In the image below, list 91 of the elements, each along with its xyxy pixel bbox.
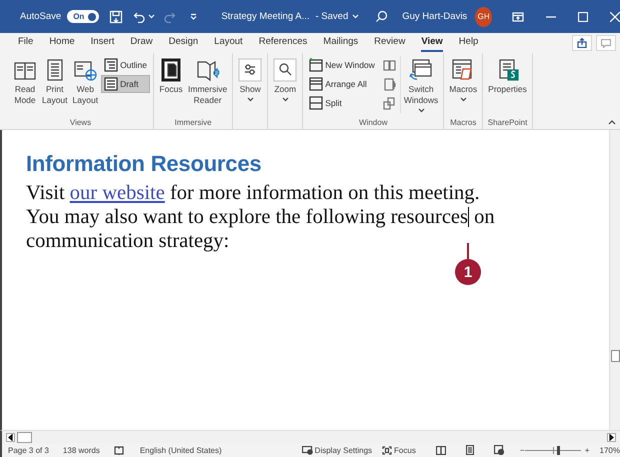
share-icon: [577, 38, 587, 48]
ribbon-tab[interactable]: Insert: [90, 34, 114, 52]
ribbon-tab[interactable]: Layout: [214, 34, 243, 52]
document-title[interactable]: Strategy Meeting A...: [221, 11, 310, 22]
right-arrow-icon: [608, 434, 615, 440]
slider-thumb[interactable]: [557, 446, 560, 454]
collapse-ribbon-icon[interactable]: [608, 120, 616, 125]
ribbon-button[interactable]: Immersive Reader: [186, 56, 230, 108]
ribbon-button[interactable]: Properties: [486, 56, 529, 98]
group-label: Macros: [450, 118, 476, 127]
print-layout-icon[interactable]: [466, 445, 474, 455]
leader-line: [467, 243, 470, 259]
ribbon-button[interactable]: Read Mode: [11, 56, 39, 108]
undo-icon[interactable]: [133, 10, 146, 23]
callout-badge: 1: [455, 259, 482, 285]
scroll-left-button[interactable]: [6, 432, 15, 442]
switch-windows-icon: [409, 58, 434, 82]
focus-icon: [159, 58, 183, 82]
synchronous-scrolling-icon[interactable]: [382, 78, 396, 91]
document-heading: Information Resources: [26, 151, 262, 177]
share-button[interactable]: [572, 35, 592, 51]
display-settings-button[interactable]: Display Settings: [302, 446, 372, 454]
web-layout-icon[interactable]: [494, 445, 504, 455]
search-icon[interactable]: [375, 10, 388, 23]
ribbon-button[interactable]: Split: [306, 94, 378, 112]
caret-icon[interactable]: [246, 97, 254, 102]
view-side-by-side-icon[interactable]: [382, 59, 396, 72]
ribbon-button[interactable]: Print Layout: [40, 56, 70, 108]
website-link[interactable]: our website: [70, 182, 165, 204]
display-icon: [302, 446, 313, 454]
immersive-reader-icon: [196, 58, 220, 82]
word-count[interactable]: 138 words: [62, 446, 100, 454]
save-icon[interactable]: [109, 10, 124, 24]
group-label: Views: [70, 118, 92, 127]
user-name[interactable]: Guy Hart-Davis: [402, 11, 468, 22]
comment-icon: [601, 38, 611, 48]
proofing-book-icon[interactable]: [114, 446, 124, 454]
zoom-in-button[interactable]: +: [584, 446, 590, 454]
ribbon-button[interactable]: Web Layout: [70, 56, 100, 108]
maximize-icon[interactable]: [578, 12, 588, 22]
ribbon-tab[interactable]: Help: [458, 34, 478, 52]
focus-icon: [382, 446, 392, 454]
autosave-label: AutoSave: [20, 11, 62, 22]
ribbon-button[interactable]: Switch Windows: [402, 56, 440, 116]
split-icon: [309, 96, 324, 110]
ribbon-button[interactable]: Macros: [447, 56, 480, 104]
user-avatar[interactable]: GH: [475, 6, 492, 26]
group-label: SharePoint: [488, 118, 528, 127]
ribbon-button[interactable]: Arrange All: [306, 75, 378, 93]
ribbon-tab[interactable]: References: [258, 34, 308, 52]
focus-button[interactable]: Focus: [382, 446, 416, 454]
close-icon[interactable]: [610, 12, 620, 22]
ribbon-tab[interactable]: Draw: [130, 34, 153, 52]
zoom-icon: [273, 58, 298, 82]
zoom-out-button[interactable]: −: [520, 446, 524, 454]
ribbon-tab[interactable]: Home: [49, 34, 75, 52]
ribbon-display-icon[interactable]: [512, 12, 524, 22]
group-label: Immersive: [174, 118, 212, 127]
ribbon-tab[interactable]: File: [18, 34, 34, 52]
draft-icon: [104, 77, 118, 91]
customize-icon[interactable]: [190, 13, 198, 20]
language[interactable]: English (United States): [140, 446, 222, 454]
new-window-icon: [309, 58, 324, 72]
left-arrow-icon: [7, 434, 14, 440]
caret-icon[interactable]: [282, 97, 289, 102]
group-label: Window: [359, 118, 388, 127]
scroll-thumb[interactable]: [611, 350, 620, 362]
ribbon-button[interactable]: New Window: [306, 56, 378, 74]
ribbon-button[interactable]: Show: [236, 56, 264, 104]
read-mode-icon[interactable]: [436, 446, 446, 454]
scroll-right-button[interactable]: [607, 432, 616, 442]
ribbon-tab[interactable]: Review: [374, 34, 406, 52]
show-icon: [238, 58, 262, 82]
ribbon-button[interactable]: Zoom: [271, 56, 300, 104]
caret-icon[interactable]: [418, 108, 425, 114]
zoom-percent[interactable]: 170%: [600, 446, 620, 454]
arrange-all-icon: [309, 77, 324, 91]
vertical-scrollbar[interactable]: [609, 130, 620, 430]
save-status[interactable]: - Saved: [316, 11, 348, 22]
ribbon-tab[interactable]: Design: [168, 34, 198, 52]
ribbon-button[interactable]: Focus: [157, 56, 185, 98]
ribbon-tab[interactable]: Mailings: [323, 34, 358, 52]
page-count[interactable]: Page 3 of 3: [8, 446, 49, 454]
caret-icon[interactable]: [460, 97, 467, 102]
ribbon-button[interactable]: Draft: [101, 75, 150, 93]
scroll-thumb[interactable]: [17, 432, 32, 442]
outline-icon: [104, 58, 118, 72]
autosave-toggle[interactable]: On: [67, 10, 100, 23]
text-cursor: [468, 207, 470, 227]
reset-window-icon[interactable]: [382, 97, 396, 110]
ribbon-button[interactable]: Outline: [101, 56, 150, 74]
